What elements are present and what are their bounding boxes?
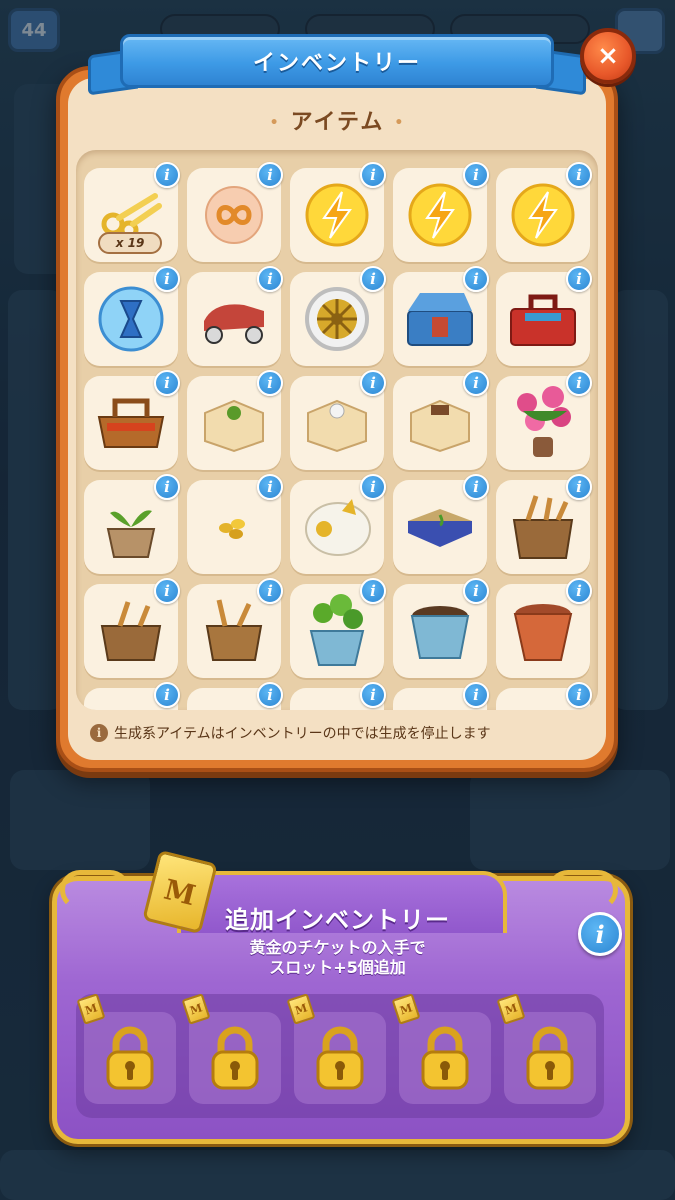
inventory-slot[interactable]: i: [84, 266, 180, 366]
inventory-slot[interactable]: i: [84, 474, 180, 574]
item-info-button[interactable]: i: [566, 682, 592, 708]
item-info-button[interactable]: i: [463, 474, 489, 500]
inventory-slot[interactable]: i: [393, 682, 489, 710]
item-info-button[interactable]: i: [154, 266, 180, 292]
locked-slot[interactable]: M: [286, 993, 386, 1104]
inventory-slot[interactable]: i: [290, 370, 386, 470]
close-button[interactable]: ×: [580, 28, 636, 84]
item-info-button[interactable]: i: [154, 682, 180, 708]
item-info-button[interactable]: i: [154, 162, 180, 188]
extra-inventory-info-button[interactable]: i: [578, 912, 622, 956]
inventory-slot[interactable]: i: [496, 474, 592, 574]
item-info-button[interactable]: i: [360, 474, 386, 500]
inventory-slot[interactable]: i: [393, 474, 489, 574]
inventory-slot[interactable]: i: [84, 370, 180, 470]
close-icon: ×: [597, 41, 619, 71]
item-info-button[interactable]: i: [360, 266, 386, 292]
inventory-slot[interactable]: i: [393, 578, 489, 678]
padlock-icon: [104, 1026, 156, 1090]
section-title-dot-right: •: [394, 115, 406, 131]
locked-slot[interactable]: M: [76, 993, 176, 1104]
item-info-button[interactable]: i: [360, 682, 386, 708]
inventory-slot[interactable]: i: [393, 162, 489, 262]
inventory-slot[interactable]: i: [187, 474, 283, 574]
inventory-slot[interactable]: x 19 i: [84, 162, 180, 262]
item-info-button[interactable]: i: [257, 578, 283, 604]
padlock-icon: [314, 1026, 366, 1090]
item-info-button[interactable]: i: [463, 578, 489, 604]
item-info-button[interactable]: i: [566, 474, 592, 500]
item-info-button[interactable]: i: [154, 578, 180, 604]
padlock-icon: [209, 1026, 261, 1090]
inventory-title: インベントリー: [252, 51, 421, 76]
inventory-slot[interactable]: i: [496, 370, 592, 470]
extra-inventory-subtitle: 黄金のチケットの入手で スロット+5個追加: [0, 938, 675, 978]
item-info-button[interactable]: i: [463, 162, 489, 188]
inventory-title-ribbon: インベントリー: [88, 28, 586, 96]
inventory-slot[interactable]: i: [290, 474, 386, 574]
inventory-slot[interactable]: i: [496, 682, 592, 710]
item-info-button[interactable]: i: [463, 370, 489, 396]
item-info-button[interactable]: i: [257, 474, 283, 500]
item-info-button[interactable]: i: [154, 370, 180, 396]
inventory-notice: i 生成系アイテムはインベントリーの中では生成を停止します: [90, 720, 590, 746]
inventory-slot[interactable]: i: [187, 162, 283, 262]
item-info-button[interactable]: i: [257, 162, 283, 188]
item-info-button[interactable]: i: [360, 370, 386, 396]
item-info-button[interactable]: i: [154, 474, 180, 500]
info-icon: i: [90, 724, 108, 742]
extra-inventory-subtitle-line1: 黄金のチケットの入手で: [249, 938, 426, 957]
inventory-slot[interactable]: i: [290, 682, 386, 710]
locked-slot[interactable]: M: [181, 993, 281, 1104]
item-info-button[interactable]: i: [566, 266, 592, 292]
section-title-dot-left: •: [269, 115, 281, 131]
inventory-slot[interactable]: i: [84, 578, 180, 678]
padlock-icon: [419, 1026, 471, 1090]
item-info-button[interactable]: i: [257, 370, 283, 396]
inventory-slot[interactable]: i: [187, 682, 283, 710]
quantity-tag: x 19: [98, 232, 162, 254]
inventory-slot[interactable]: i: [290, 162, 386, 262]
inventory-slot[interactable]: i: [187, 578, 283, 678]
inventory-grid: x 19 i i i i i i i i i i i i i i i i i i i i i i i i i i i i i i: [84, 162, 592, 710]
inventory-grid-frame: x 19 i i i i i i i i i i i i i i i i i i i i i i i i i i i i i i: [76, 150, 598, 710]
item-info-button[interactable]: i: [463, 682, 489, 708]
inventory-slot[interactable]: i: [290, 266, 386, 366]
extra-inventory-title: 追加インベントリー: [225, 906, 450, 934]
padlock-icon: [524, 1026, 576, 1090]
inventory-slot[interactable]: i: [393, 370, 489, 470]
inventory-slot[interactable]: i: [187, 370, 283, 470]
locked-slot-row: MMMMM: [76, 993, 596, 1104]
section-title: • アイテム •: [0, 104, 675, 136]
inventory-slot[interactable]: i: [84, 682, 180, 710]
item-info-button[interactable]: i: [360, 162, 386, 188]
locked-slot[interactable]: M: [496, 993, 596, 1104]
item-info-button[interactable]: i: [360, 578, 386, 604]
item-info-button[interactable]: i: [463, 266, 489, 292]
notice-text: 生成系アイテムはインベントリーの中では生成を停止します: [114, 726, 491, 742]
inventory-slot[interactable]: i: [496, 266, 592, 366]
ribbon-body: インベントリー: [120, 34, 554, 88]
inventory-slot[interactable]: i: [496, 162, 592, 262]
item-info-button[interactable]: i: [257, 266, 283, 292]
item-info-button[interactable]: i: [257, 682, 283, 708]
item-info-button[interactable]: i: [566, 370, 592, 396]
inventory-slot[interactable]: i: [187, 266, 283, 366]
item-info-button[interactable]: i: [566, 162, 592, 188]
extra-inventory-subtitle-line2: スロット+5個追加: [269, 958, 406, 977]
inventory-slot[interactable]: i: [393, 266, 489, 366]
item-info-button[interactable]: i: [566, 578, 592, 604]
inventory-slot[interactable]: i: [496, 578, 592, 678]
section-title-text: アイテム: [290, 110, 385, 135]
inventory-slot[interactable]: i: [290, 578, 386, 678]
locked-slot[interactable]: M: [391, 993, 491, 1104]
